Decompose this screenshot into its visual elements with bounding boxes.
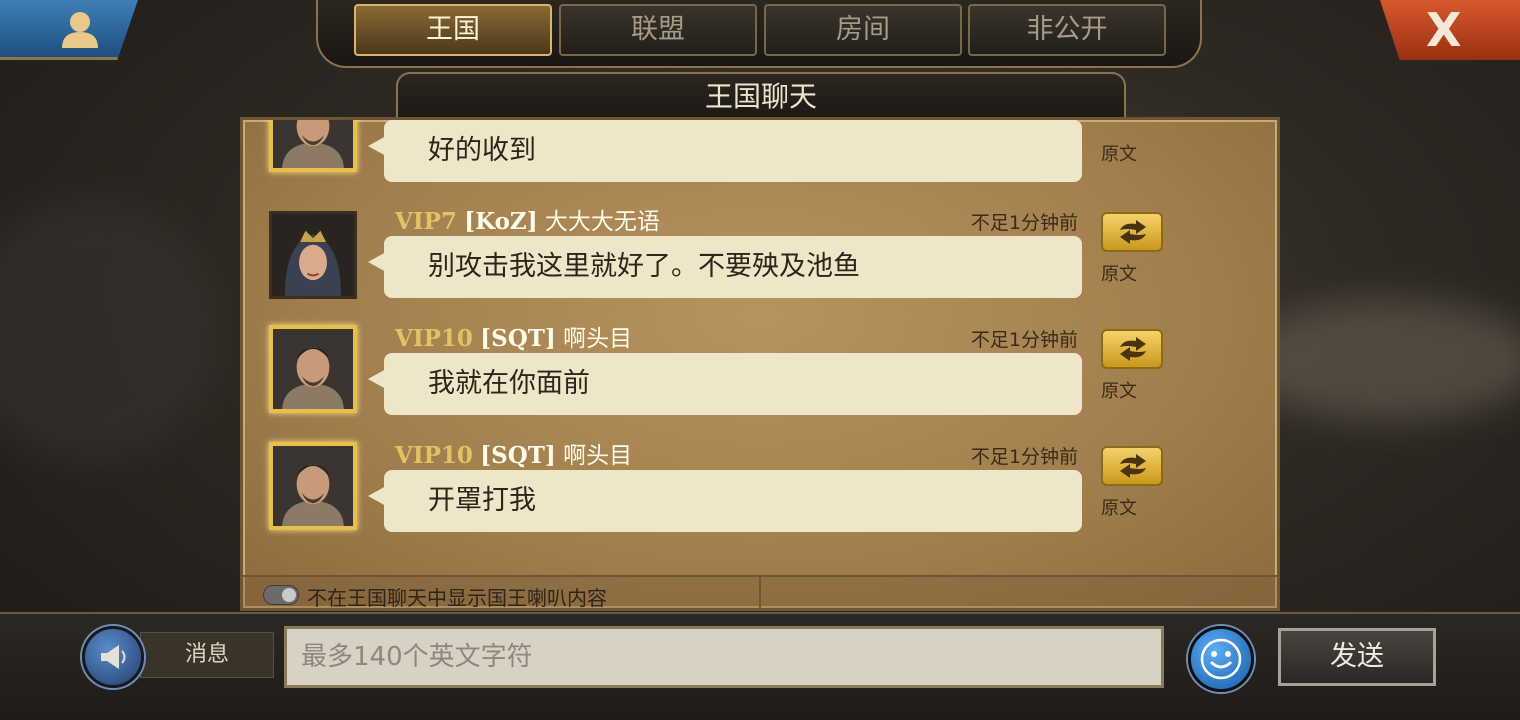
panel-footer: 不在王国聊天中显示国王喇叭内容 (243, 575, 1277, 610)
avatar[interactable] (269, 211, 357, 299)
message-bubble: 别攻击我这里就好了。不要殃及池鱼 (368, 236, 1082, 298)
input-bar: 消息 发送 (0, 612, 1520, 720)
channel-tabbar: 王国 联盟 房间 非公开 (316, 0, 1202, 68)
avatar[interactable] (269, 325, 357, 413)
message-meta: VIP7 [KoZ] 大大大无语 (395, 206, 660, 238)
translate-button[interactable] (1101, 212, 1163, 252)
translate-icon (1120, 337, 1146, 361)
translate-button[interactable] (1101, 446, 1163, 486)
player-name[interactable]: 啊头目 (563, 443, 632, 469)
original-text-link[interactable]: 原文 (1101, 494, 1137, 520)
emoji-button[interactable] (1188, 626, 1254, 692)
message-meta: VIP10 [SQT] 啊头目 (395, 323, 632, 355)
knight-portrait-icon (273, 329, 353, 409)
close-icon: X (1426, 3, 1462, 57)
queen-portrait-icon (272, 214, 354, 296)
send-button[interactable]: 发送 (1278, 628, 1436, 686)
original-text-link[interactable]: 原文 (1101, 140, 1137, 166)
message-meta: VIP10 [SQT] 啊头目 (395, 440, 632, 472)
translate-button[interactable] (1101, 329, 1163, 369)
vip-level: VIP7 (395, 208, 457, 235)
message-bubble: 开罩打我 (368, 470, 1082, 532)
message-bubble: 我就在你面前 (368, 353, 1082, 415)
profile-button[interactable] (0, 0, 138, 60)
translate-icon (1120, 454, 1146, 478)
tab-kingdom[interactable]: 王国 (354, 4, 552, 56)
tab-private[interactable]: 非公开 (968, 4, 1166, 56)
message-time: 不足1分钟前 (970, 329, 1078, 351)
player-name[interactable]: 大大大无语 (545, 209, 660, 235)
original-text-link[interactable]: 原文 (1101, 377, 1137, 403)
translate-icon (1120, 220, 1146, 244)
message-time: 不足1分钟前 (970, 212, 1078, 234)
tab-room[interactable]: 房间 (764, 4, 962, 56)
alliance-tag[interactable]: [KoZ] (464, 208, 537, 235)
knight-portrait-icon (273, 446, 353, 526)
horn-button[interactable] (82, 626, 144, 688)
avatar[interactable] (269, 120, 357, 172)
divider (759, 577, 761, 608)
alliance-tag[interactable]: [SQT] (480, 442, 556, 469)
chat-panel[interactable]: 好的收到 原文 VIP7 [KoZ] 大大大无语 不足1分钟前 别攻击我这里就好… (240, 117, 1280, 611)
original-text-link[interactable]: 原文 (1101, 260, 1137, 286)
knight-portrait-icon (273, 120, 353, 168)
chat-input[interactable] (284, 626, 1164, 688)
channel-label[interactable]: 消息 (140, 632, 274, 678)
message-bubble: 好的收到 (368, 120, 1082, 182)
player-name[interactable]: 啊头目 (563, 326, 632, 352)
message-time: 不足1分钟前 (970, 446, 1078, 468)
close-button[interactable]: X (1380, 0, 1520, 60)
toggle-label: 不在王国聊天中显示国王喇叭内容 (307, 586, 607, 610)
panel-title: 王国聊天 (396, 72, 1126, 120)
hide-king-horn-toggle[interactable] (263, 585, 299, 605)
profile-icon (62, 12, 98, 48)
smiley-icon (1200, 638, 1242, 680)
vip-level: VIP10 (395, 442, 473, 469)
tab-alliance[interactable]: 联盟 (559, 4, 757, 56)
speaker-icon (101, 645, 126, 669)
alliance-tag[interactable]: [SQT] (480, 325, 556, 352)
vip-level: VIP10 (395, 325, 473, 352)
avatar[interactable] (269, 442, 357, 530)
